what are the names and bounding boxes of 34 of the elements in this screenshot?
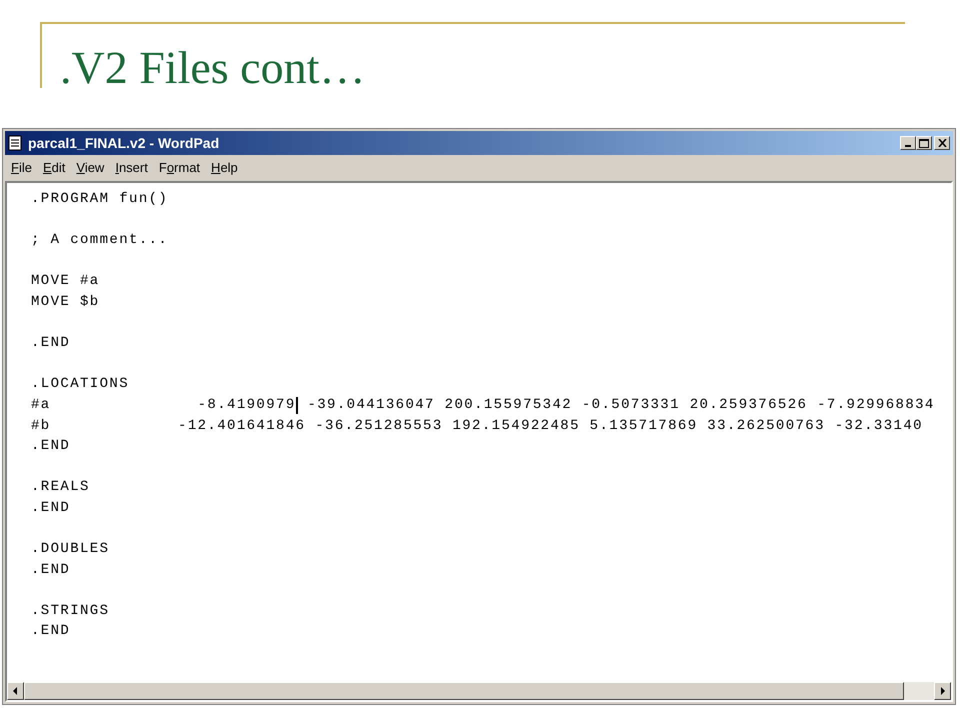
code-line: -39.044136047 200.155975342 -0.5073331 20.259376526 -7.929968834	[306, 396, 935, 415]
slide-title: .V2 Files cont…	[60, 41, 366, 95]
minimize-button[interactable]	[900, 136, 916, 150]
code-line: .END	[31, 498, 70, 518]
scroll-right-button[interactable]	[934, 682, 951, 700]
close-button[interactable]	[934, 136, 950, 150]
menu-item[interactable]: Format	[154, 158, 204, 178]
code-line: .REALS	[31, 478, 90, 498]
menu-item[interactable]: Help	[207, 158, 242, 178]
code-line: .DOUBLES	[31, 540, 110, 560]
maximize-icon	[919, 138, 929, 148]
menu-item[interactable]: View	[72, 158, 108, 178]
code-line: .STRINGS	[31, 602, 110, 621]
code-line: .PROGRAM fun()	[31, 190, 168, 209]
code-line: .LOCATIONS	[31, 375, 130, 394]
code-line: ; A comment...	[31, 231, 168, 250]
right-arrow-icon	[940, 687, 945, 695]
code-line: .END	[31, 622, 70, 642]
menu-item[interactable]: File	[7, 158, 36, 178]
code-line: MOVE #a	[31, 272, 100, 292]
menu-item[interactable]: Edit	[38, 158, 70, 178]
code-line: .END	[31, 334, 70, 354]
maximize-button[interactable]	[916, 136, 932, 150]
window-title: parcal1_FINAL.v2 - WordPad	[28, 134, 220, 153]
close-icon	[938, 139, 946, 147]
menu-item[interactable]: Insert	[111, 158, 152, 178]
code-line: MOVE $b	[31, 292, 100, 312]
code-line: #b -12.401641846 -36.251285553 192.154922485 5.135717869 33.262500763 -32.33140	[31, 416, 923, 436]
code-line: .END	[31, 437, 70, 456]
code-line: .END	[31, 560, 70, 580]
left-arrow-icon	[13, 687, 18, 695]
code-line: #a -8.4190979	[31, 396, 296, 415]
scroll-left-button[interactable]	[7, 682, 24, 700]
notepad-icon	[8, 135, 22, 151]
